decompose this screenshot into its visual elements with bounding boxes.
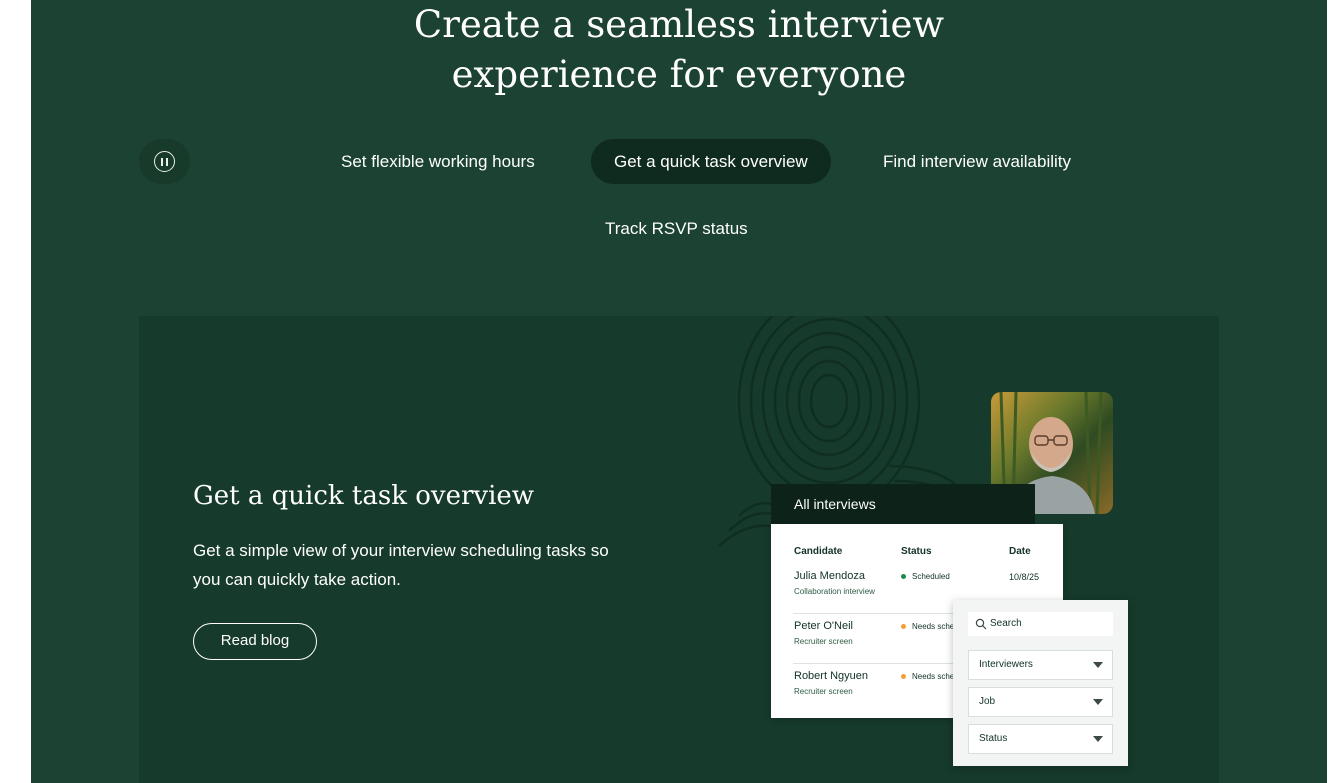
status-badge: Needs sche [901, 672, 954, 681]
left-gutter [0, 0, 31, 783]
feature-card: Get a quick task overview Get a simple v… [139, 316, 1219, 783]
column-header-date: Date [1009, 546, 1031, 557]
status-badge: Scheduled [901, 572, 950, 581]
hero-title-line-1: Create a seamless interview [413, 3, 945, 46]
read-blog-button[interactable]: Read blog [193, 623, 317, 660]
feature-title: Get a quick task overview [193, 481, 535, 511]
column-header-status: Status [901, 546, 932, 557]
chevron-down-icon [1093, 662, 1103, 668]
all-interviews-header: All interviews [771, 484, 1035, 524]
tab-track-rsvp-status[interactable]: Track RSVP status [605, 206, 748, 251]
status-badge: Needs sche [901, 622, 954, 631]
candidate-name: Robert Ngyuen [794, 670, 868, 682]
status-text: Needs sche [912, 672, 955, 681]
hero-title: Create a seamless interview experience f… [31, 0, 1327, 100]
dropdown-label: Status [979, 733, 1008, 744]
status-dot-icon [901, 624, 906, 629]
tab-get-quick-task-overview[interactable]: Get a quick task overview [591, 139, 831, 184]
chevron-down-icon [1093, 736, 1103, 742]
status-text: Needs sche [912, 622, 955, 631]
hero-title-line-2: experience for everyone [451, 53, 907, 96]
interview-date: 10/8/25 [1009, 572, 1040, 582]
dropdown-label: Interviewers [979, 659, 1033, 670]
candidate-interview-type: Recruiter screen [794, 687, 853, 696]
chevron-down-icon [1093, 699, 1103, 705]
feature-section: Create a seamless interview experience f… [31, 0, 1327, 783]
search-placeholder: Search [990, 618, 1022, 629]
tab-find-interview-availability[interactable]: Find interview availability [883, 139, 1071, 184]
pause-button[interactable] [139, 139, 190, 184]
status-text: Scheduled [912, 572, 950, 581]
job-dropdown[interactable]: Job [968, 687, 1113, 717]
status-dot-icon [901, 574, 906, 579]
status-dropdown[interactable]: Status [968, 724, 1113, 754]
candidate-name: Peter O'Neil [794, 620, 853, 632]
filter-panel: Search Interviewers Job Status [953, 600, 1128, 766]
tab-set-flexible-working-hours[interactable]: Set flexible working hours [341, 139, 535, 184]
candidate-interview-type: Recruiter screen [794, 637, 853, 646]
dropdown-label: Job [979, 696, 996, 707]
search-input[interactable]: Search [968, 612, 1113, 636]
candidate-name: Julia Mendoza [794, 570, 865, 582]
search-icon [975, 618, 987, 630]
feature-description: Get a simple view of your interview sche… [193, 541, 609, 589]
status-dot-icon [901, 674, 906, 679]
interviewers-dropdown[interactable]: Interviewers [968, 650, 1113, 680]
column-header-candidate: Candidate [794, 546, 843, 557]
pause-icon [154, 151, 175, 172]
candidate-interview-type: Collaboration interview [794, 587, 875, 596]
